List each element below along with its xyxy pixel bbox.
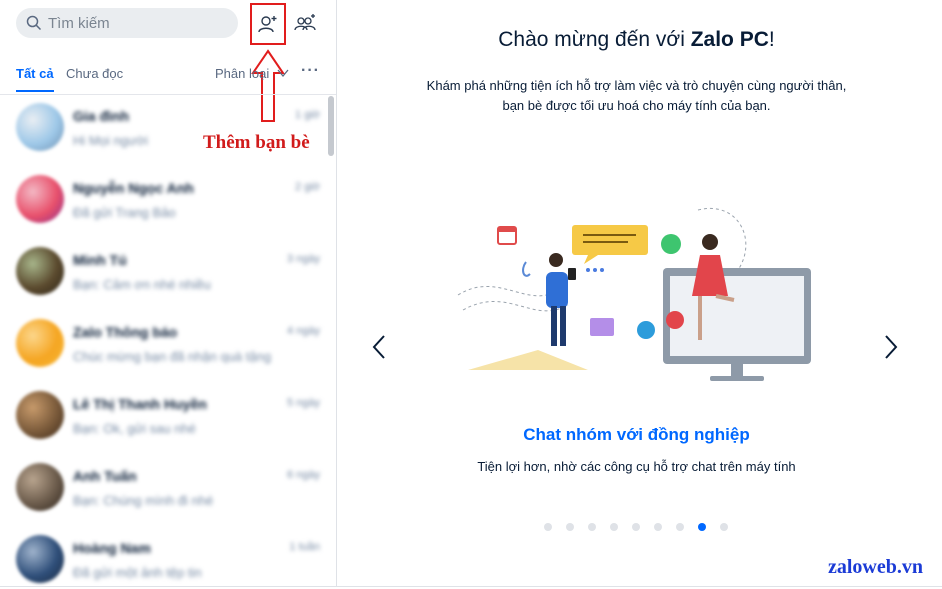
carousel-dots: [544, 523, 728, 531]
search-input[interactable]: [48, 14, 228, 32]
group-chat-illustration: [457, 208, 811, 381]
carousel-dot[interactable]: [544, 523, 552, 531]
carousel-dot[interactable]: [610, 523, 618, 531]
conversation-name: Nguyễn Ngọc Anh: [73, 180, 194, 196]
welcome-description: Khám phá những tiện ích hỗ trợ làm việc …: [426, 78, 847, 113]
carousel-dot[interactable]: [632, 523, 640, 531]
conversation-preview: Bạn: Ok, gửi sau nhé: [73, 421, 196, 436]
conversation-item[interactable]: Lê Thị Thanh Huyền Bạn: Ok, gửi sau nhé 5 …: [0, 383, 328, 455]
conversation-item[interactable]: Anh Tuấn Bạn: Chúng mình đi nhé 6 ngày: [0, 455, 328, 527]
zalo-pc-window: Thêm bạn bè Tất cả Chưa đọc Phân loại ··…: [0, 0, 942, 589]
tab-active-indicator: [16, 90, 54, 92]
conversation-name: Hoàng Nam: [73, 540, 151, 556]
conversation-preview: Đã gửi Trang Bảo: [73, 205, 176, 220]
conversation-time: 2 giờ: [295, 181, 320, 193]
conversation-time: 1 tuần: [289, 541, 320, 553]
welcome-title-suffix: !: [768, 28, 775, 51]
add-group-icon: [294, 14, 316, 31]
conversation-time: 6 ngày: [286, 469, 320, 481]
filter-dropdown[interactable]: Phân loại: [215, 66, 269, 81]
watermark: zaloweb.vn: [828, 556, 923, 578]
conversation-time: 5 ngày: [286, 397, 320, 409]
add-friend-icon: [258, 16, 277, 33]
chevron-left-icon[interactable]: [372, 334, 386, 360]
conversation-item[interactable]: Zalo Thông báo Chúc mừng bạn đã nhận quà …: [0, 311, 328, 383]
conversation-time: 1 giờ: [295, 109, 320, 121]
sidebar: Thêm bạn bè Tất cả Chưa đọc Phân loại ··…: [0, 0, 337, 586]
conversation-item[interactable]: Minh Tú Bạn: Cảm ơn nhé nhiều 3 ngày: [0, 239, 328, 311]
tab-all[interactable]: Tất cả: [16, 66, 54, 81]
avatar: [16, 247, 64, 295]
carousel-dot[interactable]: [566, 523, 574, 531]
tab-unread[interactable]: Chưa đọc: [66, 66, 123, 81]
welcome-title: Chào mừng đến với Zalo PC!: [338, 28, 935, 52]
conversation-name: Minh Tú: [73, 252, 127, 268]
avatar: [16, 463, 64, 511]
welcome-title-prefix: Chào mừng đến với: [498, 28, 691, 51]
conversation-item[interactable]: Gia đình Hi Mọi người 1 giờ: [0, 95, 328, 167]
conversation-name: Lê Thị Thanh Huyền: [73, 396, 207, 412]
carousel-dot[interactable]: [676, 523, 684, 531]
avatar: [16, 175, 64, 223]
avatar: [16, 319, 64, 367]
more-options-icon[interactable]: ···: [301, 62, 320, 80]
carousel-dot[interactable]: [588, 523, 596, 531]
chevron-down-icon[interactable]: [276, 66, 290, 80]
carousel-dot[interactable]: [654, 523, 662, 531]
conversation-preview: Hi Mọi người: [73, 133, 149, 148]
conversation-list: Gia đình Hi Mọi người 1 giờ Nguyễn Ngọc Anh…: [0, 95, 328, 589]
search-icon: [26, 15, 42, 31]
conversation-time: 4 ngày: [286, 325, 320, 337]
conversation-name: Zalo Thông báo: [73, 324, 178, 340]
slide-title: Chat nhóm với đồng nghiệp: [523, 425, 750, 444]
conversation-item[interactable]: Nguyễn Ngọc Anh Đã gửi Trang Bảo 2 giờ: [0, 167, 328, 239]
conversation-preview: Bạn: Chúng mình đi nhé: [73, 493, 214, 508]
create-group-button[interactable]: [288, 6, 322, 40]
welcome-title-brand: Zalo PC: [690, 28, 769, 51]
chevron-right-icon[interactable]: [884, 334, 898, 360]
conversation-preview: Bạn: Cảm ơn nhé nhiều: [73, 277, 211, 292]
conversation-name: Anh Tuấn: [73, 468, 137, 484]
search-box[interactable]: [16, 8, 238, 38]
avatar: [16, 103, 64, 151]
add-friend-button[interactable]: [250, 3, 286, 45]
carousel-dot[interactable]: [720, 523, 728, 531]
conversation-time: 3 ngày: [286, 253, 320, 265]
welcome-panel: Chào mừng đến với Zalo PC! Khám phá nhữn…: [338, 0, 942, 586]
conversation-item[interactable]: Hoàng Nam Đã gửi một ảnh tệp tin 1 tuần: [0, 527, 328, 589]
conversation-preview: Chúc mừng bạn đã nhận quà tặng: [73, 349, 272, 364]
avatar: [16, 391, 64, 439]
conversation-name: Gia đình: [73, 108, 129, 124]
window-bottom-border: [0, 586, 942, 587]
scrollbar[interactable]: [328, 96, 334, 156]
slide-description: Tiện lợi hơn, nhờ các công cụ hỗ trợ cha…: [477, 459, 796, 474]
conversation-preview: Đã gửi một ảnh tệp tin: [73, 565, 202, 580]
conversation-tabs: Tất cả Chưa đọc Phân loại ···: [16, 62, 321, 92]
avatar: [16, 535, 64, 583]
carousel-dot-active[interactable]: [698, 523, 706, 531]
